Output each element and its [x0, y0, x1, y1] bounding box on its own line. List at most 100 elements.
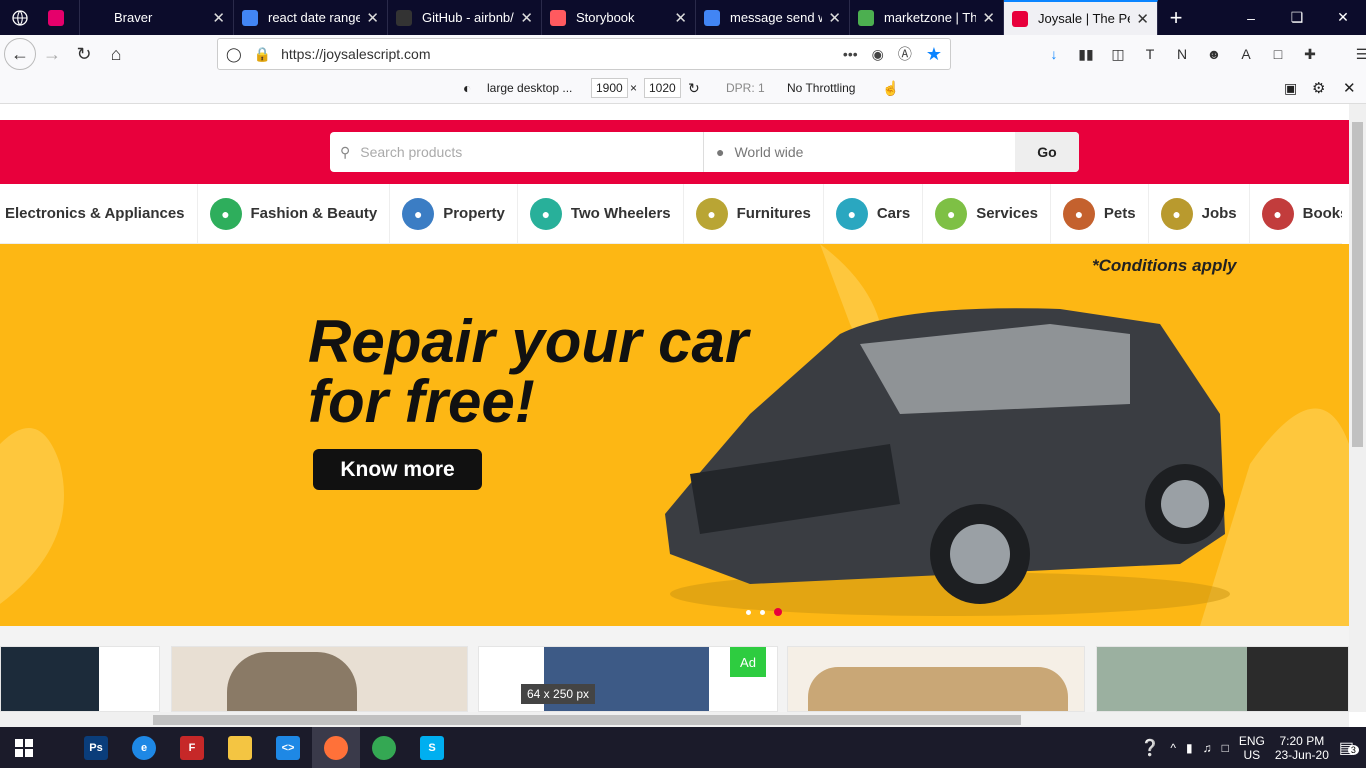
- know-more-button[interactable]: Know more: [313, 449, 482, 490]
- url-text[interactable]: https://joysalescript.com: [281, 46, 430, 62]
- account-icon[interactable]: ☻: [1198, 38, 1230, 70]
- tab-close-icon[interactable]: ✕: [212, 9, 225, 27]
- tab-close-icon[interactable]: ✕: [520, 9, 533, 27]
- photoshop-icon[interactable]: Ps: [72, 727, 120, 768]
- file-explorer-icon[interactable]: [216, 727, 264, 768]
- category-item[interactable]: ● Furnitures: [684, 184, 824, 243]
- search-input[interactable]: ⚲ Search products: [330, 132, 704, 172]
- category-item[interactable]: ● Cars: [824, 184, 924, 243]
- new-tab-button[interactable]: +: [1158, 0, 1194, 35]
- tab-close-icon[interactable]: ✕: [1136, 10, 1149, 28]
- restore-icon[interactable]: ❏: [1274, 0, 1320, 35]
- vertical-scrollbar[interactable]: [1349, 104, 1366, 712]
- slide-dot[interactable]: [760, 609, 765, 615]
- vertical-scroll-thumb[interactable]: [1352, 122, 1363, 447]
- reload-button[interactable]: ↻: [68, 38, 100, 70]
- app-glyph: <>: [276, 735, 300, 760]
- category-item[interactable]: ● Pets: [1051, 184, 1149, 243]
- lock-icon[interactable]: 🔒: [254, 46, 271, 63]
- category-icon: ●: [935, 197, 968, 230]
- windows-start-icon[interactable]: [0, 727, 48, 768]
- vscode-icon[interactable]: <>: [264, 727, 312, 768]
- chrome-icon[interactable]: [360, 727, 408, 768]
- conditions-text: *Conditions apply: [1092, 256, 1237, 275]
- page-actions-icon[interactable]: •••: [843, 46, 858, 62]
- clock[interactable]: 7:20 PM 23-Jun-20: [1275, 734, 1329, 762]
- network-icon[interactable]: □: [1222, 741, 1229, 755]
- close-rdm-icon[interactable]: ✕: [1343, 79, 1356, 97]
- browser-tab[interactable]: marketzone | The ✕: [850, 0, 1004, 35]
- tab-close-icon[interactable]: ✕: [366, 9, 379, 27]
- browser-tab[interactable]: react date range p ✕: [234, 0, 388, 35]
- menu-icon[interactable]: ☰: [1346, 38, 1366, 70]
- translate-icon[interactable]: A: [1230, 38, 1262, 70]
- screenshot-icon[interactable]: ▣: [1284, 80, 1297, 97]
- extension-n-icon[interactable]: N: [1166, 38, 1198, 70]
- category-label: Cars: [876, 205, 911, 222]
- battery-icon[interactable]: ▮: [1186, 741, 1193, 755]
- location-input[interactable]: ● World wide: [704, 132, 1015, 172]
- category-item[interactable]: ● Services: [923, 184, 1051, 243]
- category-item[interactable]: Electronics & Appliances: [0, 184, 198, 243]
- throttling-select[interactable]: No Throttling: [787, 81, 855, 95]
- product-card[interactable]: [1096, 646, 1349, 712]
- help-icon[interactable]: ❔: [1140, 738, 1160, 758]
- category-item[interactable]: ● Property: [390, 184, 518, 243]
- minimize-icon[interactable]: –: [1228, 0, 1274, 35]
- notifications-icon[interactable]: ▤ 3: [1339, 738, 1359, 758]
- category-item[interactable]: ● Two Wheelers: [518, 184, 684, 243]
- promo-banner[interactable]: *Conditions apply Repair your car for fr…: [0, 244, 1349, 626]
- extension-blank-icon[interactable]: □: [1262, 38, 1294, 70]
- category-item[interactable]: ● Books & Hol: [1250, 184, 1342, 243]
- category-item[interactable]: ● Fashion & Beauty: [198, 184, 391, 243]
- tab-close-icon[interactable]: ✕: [674, 9, 687, 27]
- slide-dot[interactable]: [746, 609, 751, 615]
- edge-icon[interactable]: e: [120, 727, 168, 768]
- browser-tab[interactable]: message send wit ✕: [696, 0, 850, 35]
- firefox-icon[interactable]: [312, 727, 360, 768]
- sidebar-icon[interactable]: ◫: [1102, 38, 1134, 70]
- tab-close-icon[interactable]: ✕: [828, 9, 841, 27]
- product-card[interactable]: [787, 646, 1085, 712]
- horizontal-scrollbar[interactable]: [0, 712, 1349, 727]
- browser-tab[interactable]: GitHub - airbnb/r ✕: [388, 0, 542, 35]
- skype-icon[interactable]: S: [408, 727, 456, 768]
- language-indicator[interactable]: ENG US: [1239, 734, 1265, 762]
- rotate-icon[interactable]: ↻: [688, 80, 700, 97]
- wordpress-icon[interactable]: Ⓐ: [898, 44, 912, 64]
- category-icon: ●: [695, 197, 728, 230]
- product-card[interactable]: [0, 646, 160, 712]
- download-icon[interactable]: ↓: [1038, 38, 1070, 70]
- bookmark-star-icon[interactable]: ★: [926, 44, 942, 65]
- filezilla-icon[interactable]: F: [168, 727, 216, 768]
- touch-icon[interactable]: ☝: [882, 80, 899, 97]
- back-button[interactable]: ←: [4, 38, 36, 70]
- forward-button[interactable]: →: [36, 38, 68, 70]
- measure-icon[interactable]: ✚: [1294, 38, 1326, 70]
- library-icon[interactable]: ▮▮: [1070, 38, 1102, 70]
- extension-t-icon[interactable]: T: [1134, 38, 1166, 70]
- dpr-select[interactable]: DPR: 1: [726, 81, 765, 95]
- close-window-icon[interactable]: ✕: [1320, 0, 1366, 35]
- browser-tab[interactable]: Storybook ✕: [542, 0, 696, 35]
- height-input[interactable]: 1020: [644, 78, 681, 98]
- address-bar[interactable]: ◯ 🔒 https://joysalescript.com ••• ◉ Ⓐ ★: [217, 38, 951, 70]
- slide-dot[interactable]: [774, 608, 782, 616]
- width-input[interactable]: 1900: [591, 78, 628, 98]
- horizontal-scroll-thumb[interactable]: [153, 715, 1021, 725]
- browser-tab[interactable]: Braver ✕: [80, 0, 234, 35]
- pocket-icon[interactable]: ◉: [872, 46, 884, 63]
- product-card[interactable]: [171, 646, 468, 712]
- tab-close-icon[interactable]: ✕: [982, 9, 995, 27]
- globe-icon[interactable]: [0, 0, 40, 35]
- browser-tab[interactable]: Joysale | The Perfe ✕: [1004, 0, 1158, 35]
- chevron-up-icon[interactable]: ^: [1170, 741, 1176, 755]
- browser-tab[interactable]: [40, 0, 80, 35]
- category-item[interactable]: ● Jobs: [1149, 184, 1250, 243]
- go-button[interactable]: Go: [1015, 132, 1079, 172]
- shield-icon[interactable]: ◯: [226, 46, 242, 63]
- settings-icon[interactable]: ⚙: [1312, 79, 1325, 97]
- device-select[interactable]: large desktop ...: [487, 81, 572, 95]
- home-button[interactable]: ⌂: [100, 38, 132, 70]
- volume-icon[interactable]: ♫: [1203, 741, 1212, 755]
